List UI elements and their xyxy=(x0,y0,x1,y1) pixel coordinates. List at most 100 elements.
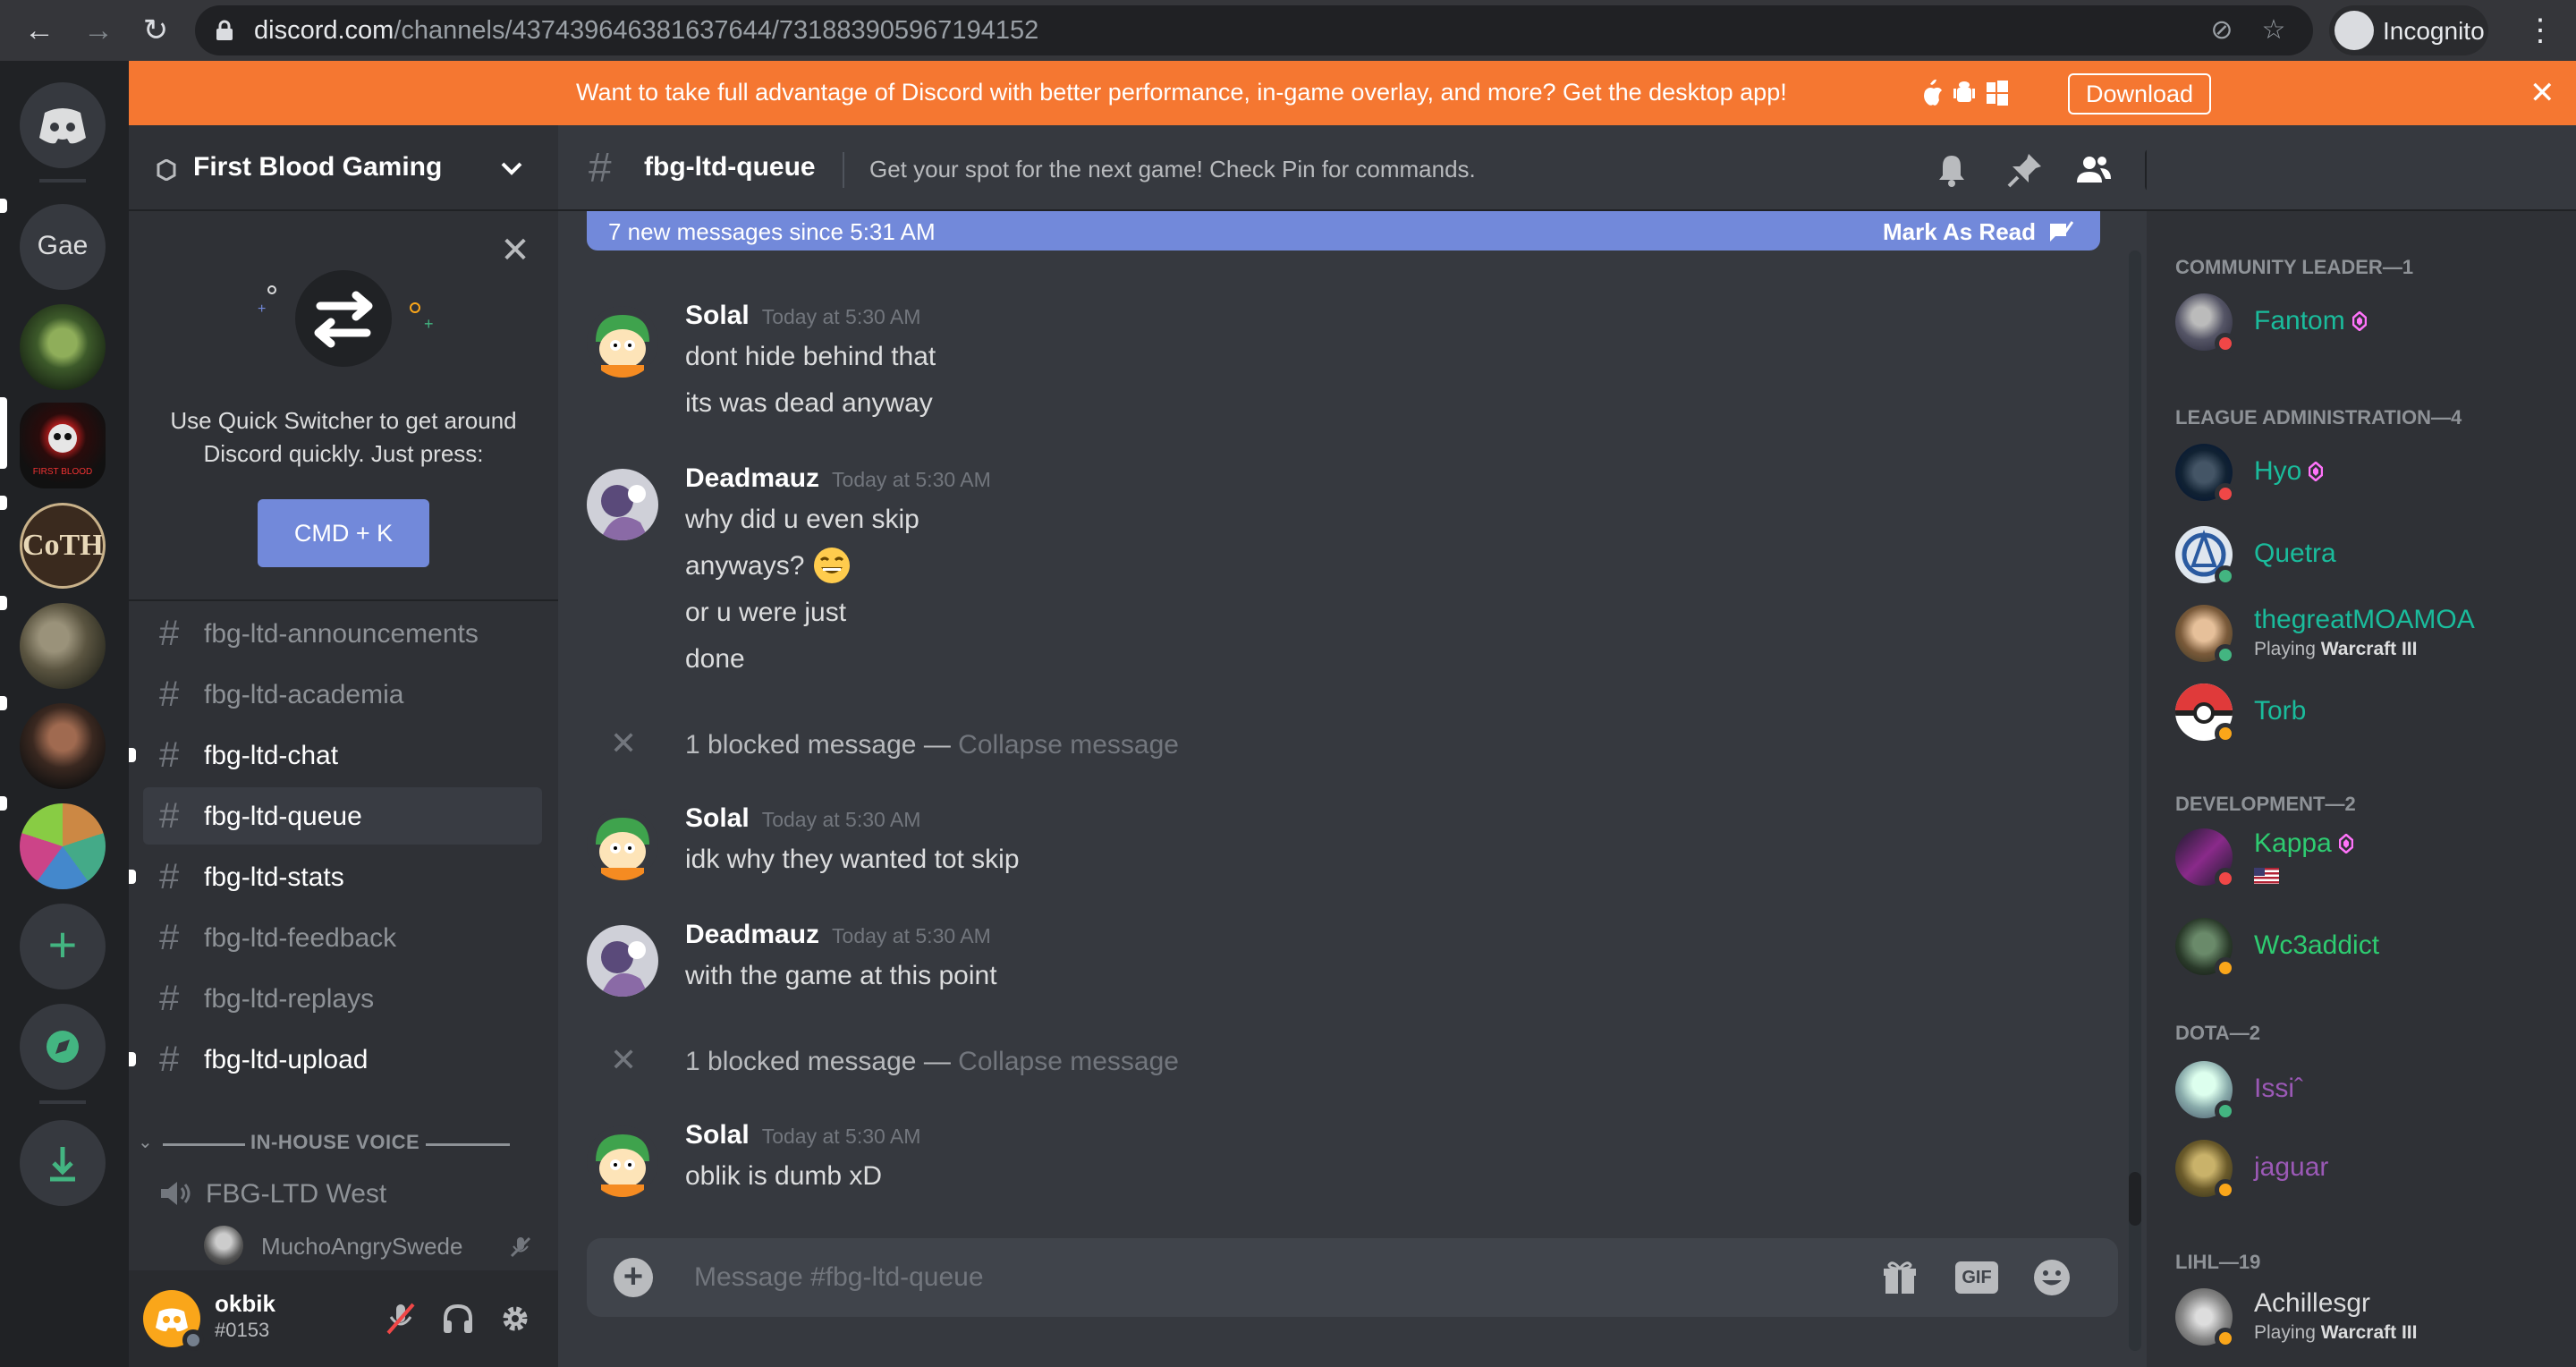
close-icon[interactable]: ✕ xyxy=(610,725,637,762)
channel-fbg-ltd-upload[interactable]: # fbg-ltd-upload xyxy=(143,1031,542,1088)
server-dragon[interactable] xyxy=(20,304,106,390)
author-name[interactable]: Solal xyxy=(685,301,750,330)
back-icon[interactable]: ← xyxy=(21,13,57,48)
author-name[interactable]: Solal xyxy=(685,1120,750,1150)
member-achillesgr[interactable]: Achillesgr Playing Warcraft III xyxy=(2175,1285,2551,1349)
incognito-badge[interactable]: Incognito xyxy=(2329,5,2488,55)
grinning-emoji-icon[interactable] xyxy=(812,546,852,585)
blocked-message: ✕ 1 blocked message — Collapse message xyxy=(558,719,2114,768)
avatar[interactable] xyxy=(587,925,658,997)
settings-gear-icon[interactable] xyxy=(496,1299,535,1338)
browser-menu-icon[interactable]: ⋮ xyxy=(2522,11,2558,50)
member-list-icon[interactable] xyxy=(2073,150,2113,190)
quick-switcher-button[interactable]: CMD + K xyxy=(258,499,429,567)
member-jaguar[interactable]: jaguar xyxy=(2175,1136,2551,1201)
gif-button[interactable]: GIF xyxy=(1955,1261,1998,1294)
server-coth[interactable]: CoTH xyxy=(20,503,106,589)
channel-topic[interactable]: Get your spot for the next game! Check P… xyxy=(869,156,1476,183)
download-button[interactable]: Download xyxy=(2068,73,2211,115)
member-group-title: DOTA—2 xyxy=(2175,1022,2260,1044)
reload-icon[interactable]: ↻ xyxy=(138,13,174,48)
chat-scrollbar[interactable] xyxy=(2129,250,2141,1351)
author-name[interactable]: Deadmauz xyxy=(685,463,819,493)
category-in-house-voice[interactable]: ⌄ IN-HOUSE VOICE xyxy=(138,1125,549,1161)
server-first-blood-gaming[interactable]: FIRST BLOOD xyxy=(20,403,106,488)
mute-mic-icon[interactable] xyxy=(381,1299,420,1338)
channel-fbg-ltd-queue[interactable]: # fbg-ltd-queue xyxy=(143,787,542,845)
avatar[interactable] xyxy=(587,469,658,540)
member-torb[interactable]: Torb xyxy=(2175,680,2551,744)
message-group[interactable]: Solal Today at 5:30 AM oblik is dumb xD xyxy=(558,1111,2114,1201)
close-banner-icon[interactable]: ✕ xyxy=(2529,75,2555,111)
channel-fbg-ltd-feedback[interactable]: # fbg-ltd-feedback xyxy=(143,909,542,966)
server-portrait[interactable] xyxy=(20,703,106,789)
voice-channel-fbg-ltd-west[interactable]: FBG-LTD West xyxy=(157,1167,533,1220)
notification-bell-icon[interactable] xyxy=(1932,150,1971,190)
chevron-down-icon: ⌄ xyxy=(138,1133,153,1152)
star-icon[interactable]: ☆ xyxy=(2259,16,2288,45)
chevron-down-icon xyxy=(501,162,522,175)
avatar[interactable] xyxy=(587,1125,658,1197)
timestamp: Today at 5:30 AM xyxy=(832,468,991,491)
member-issi[interactable]: Issiˆ xyxy=(2175,1057,2551,1122)
avatar[interactable] xyxy=(587,809,658,880)
channel-fbg-ltd-announcements[interactable]: # fbg-ltd-announcements xyxy=(143,605,542,662)
avatar[interactable] xyxy=(587,306,658,378)
message-text: anyways? xyxy=(685,551,805,581)
guild-header[interactable]: First Blood Gaming xyxy=(129,125,558,211)
member-list: COMMUNITY LEADER—1 Fantom LEAGUE ADMINIS… xyxy=(2147,211,2576,1367)
pin-icon[interactable] xyxy=(2005,150,2045,190)
eye-off-icon[interactable]: ⊘ xyxy=(2207,16,2236,45)
server-colorful[interactable] xyxy=(20,803,106,889)
member-thegreatmoamoa[interactable]: thegreatMOAMOA Playing Warcraft III xyxy=(2175,601,2551,666)
message-group[interactable]: Solal Today at 5:30 AM idk why they wante… xyxy=(558,794,2114,884)
address-bar[interactable]: discord.com/channels/437439646381637644/… xyxy=(195,5,2313,55)
verified-server-icon xyxy=(157,159,176,181)
message-group[interactable]: Deadmauz Today at 5:30 AM with the game a… xyxy=(558,911,2114,1000)
category-rule xyxy=(163,1143,245,1146)
member-hyo[interactable]: Hyo xyxy=(2175,440,2551,505)
close-icon[interactable]: ✕ xyxy=(610,1041,637,1079)
headphones-icon[interactable] xyxy=(438,1299,478,1338)
message-group[interactable]: Deadmauz Today at 5:30 AM why did u even … xyxy=(558,454,2114,687)
channel-label: fbg-ltd-feedback xyxy=(204,923,397,953)
selected-server-pill xyxy=(0,397,7,469)
channel-fbg-ltd-academia[interactable]: # fbg-ltd-academia xyxy=(143,666,542,723)
channel-fbg-ltd-stats[interactable]: # fbg-ltd-stats xyxy=(143,848,542,905)
gift-icon[interactable] xyxy=(1880,1258,1919,1297)
download-apps-icon[interactable] xyxy=(20,1120,106,1206)
member-quetra[interactable]: Quetra xyxy=(2175,522,2551,587)
channel-fbg-ltd-replays[interactable]: # fbg-ltd-replays xyxy=(143,970,542,1027)
author-name[interactable]: Deadmauz xyxy=(685,920,819,949)
close-tip-icon[interactable]: ✕ xyxy=(497,233,533,268)
member-name: Fantom xyxy=(2254,306,2367,336)
channel-fbg-ltd-chat[interactable]: # fbg-ltd-chat xyxy=(143,726,542,784)
emoji-picker-icon[interactable] xyxy=(2032,1258,2072,1297)
message-group[interactable]: Solal Today at 5:30 AM dont hide behind t… xyxy=(558,292,2114,418)
channel-label: fbg-ltd-queue xyxy=(204,802,362,831)
collapse-message-link[interactable]: Collapse message xyxy=(958,1047,1179,1076)
explore-servers-icon[interactable] xyxy=(20,1004,106,1090)
message-text: its was dead anyway xyxy=(685,388,933,418)
server-landscape[interactable] xyxy=(20,603,106,689)
member-group-title: DEVELOPMENT—2 xyxy=(2175,793,2356,815)
unread-pip xyxy=(129,1052,136,1066)
collapse-message-link[interactable]: Collapse message xyxy=(958,730,1179,760)
upload-plus-icon[interactable]: + xyxy=(614,1258,653,1297)
forward-icon[interactable]: → xyxy=(80,13,116,48)
message-input[interactable] xyxy=(694,1258,1767,1297)
member-group-title: COMMUNITY LEADER—1 xyxy=(2175,256,2414,278)
new-messages-bar[interactable]: 7 new messages since 5:31 AM Mark As Rea… xyxy=(587,211,2100,250)
member-fantom[interactable]: Fantom xyxy=(2175,290,2551,354)
scrollbar-thumb[interactable] xyxy=(2129,1172,2141,1226)
author-name[interactable]: Solal xyxy=(685,803,750,833)
add-server-icon[interactable]: + xyxy=(20,904,106,989)
mark-as-read-button[interactable]: Mark As Read xyxy=(1883,218,2036,246)
speaker-icon xyxy=(161,1182,191,1205)
server-gae[interactable]: Gae xyxy=(20,204,106,290)
discord-home-icon[interactable] xyxy=(20,82,106,168)
platform-icons xyxy=(1924,79,2008,106)
voice-user[interactable]: MuchoAngrySwede xyxy=(204,1224,544,1267)
member-kappa[interactable]: Kappa xyxy=(2175,825,2551,889)
member-wc3addict[interactable]: Wc3addict xyxy=(2175,914,2551,979)
